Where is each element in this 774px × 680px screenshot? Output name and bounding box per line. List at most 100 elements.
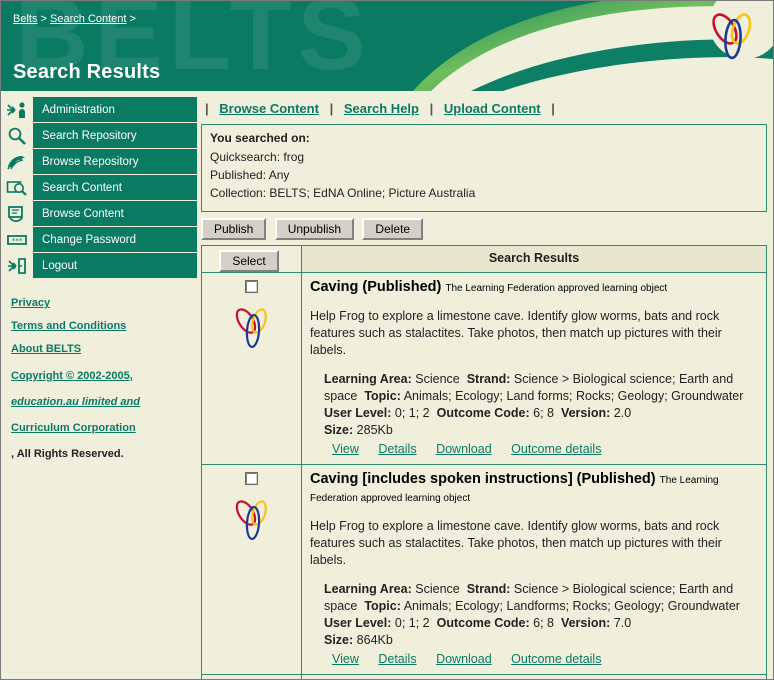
app-window: BELTS Belts > Search Content > Search Re… [1, 1, 773, 679]
breadcrumb-link-belts[interactable]: Belts [13, 13, 37, 25]
version-value: 7.0 [613, 616, 632, 630]
result-content-cell: Caving (Published) The Learning Federati… [301, 272, 767, 465]
view-link[interactable]: View [332, 442, 359, 456]
copyright-line-3[interactable]: Curriculum Corporation [11, 421, 197, 436]
topic-value: Animals; Ecology; Landforms; Rocks; Geol… [403, 599, 740, 613]
result-title: Caving [includes spoken instructions] (P… [310, 471, 656, 487]
result-title: Caving (Published) [310, 279, 442, 295]
user-level-value: 0; 1; 2 [394, 616, 430, 630]
table-row: Caving (Published) The Learning Federati… [201, 272, 767, 465]
outcome-details-link[interactable]: Outcome details [511, 442, 601, 456]
result-description: Help Frog to explore a limestone cave. I… [310, 309, 722, 357]
publish-button[interactable]: Publish [201, 218, 267, 240]
sidebar-item-label: Browse Content [42, 207, 124, 220]
magnifier-page-icon [1, 175, 33, 200]
download-link[interactable]: Download [436, 652, 492, 666]
sidebar-item-change-password[interactable]: *** Change Password [1, 227, 197, 252]
delete-button[interactable]: Delete [362, 218, 424, 240]
result-description: Help Frog to explore a limestone cave. I… [310, 519, 722, 567]
breadcrumb-sep-2: > [129, 13, 136, 25]
tab-browse-content[interactable]: Browse Content [212, 101, 326, 116]
user-level-value: 0; 1; 2 [394, 406, 430, 420]
outcome-code-value: 6; 8 [533, 406, 554, 420]
breadcrumb-link-search-content[interactable]: Search Content [50, 13, 126, 25]
user-level-label: User Level: [324, 616, 392, 630]
search-criteria-box: You searched on: Quicksearch: frog Publi… [201, 124, 767, 212]
details-link[interactable]: Details [378, 442, 416, 456]
belts-logo [712, 13, 752, 60]
admin-person-icon [1, 97, 33, 122]
criteria-heading: You searched on: [210, 131, 310, 145]
strand-label: Strand: [466, 582, 511, 596]
version-value: 2.0 [613, 406, 632, 420]
download-link[interactable]: Download [436, 442, 492, 456]
criteria-published: Published: Any [210, 168, 290, 182]
copyright-line-2[interactable]: education.au limited and [11, 395, 197, 410]
sidebar-item-administration[interactable]: Administration [1, 97, 197, 122]
sidebar-item-label: Browse Repository [42, 155, 139, 168]
link-privacy[interactable]: Privacy [11, 297, 197, 309]
body-container: Administration Search Repository Browse … [1, 91, 773, 679]
link-about-belts[interactable]: About BELTS [11, 343, 197, 355]
tab-upload-content[interactable]: Upload Content [437, 101, 548, 116]
select-button-cell: Select [201, 245, 302, 273]
row-checkbox[interactable] [245, 280, 258, 293]
top-navigation: | Browse Content | Search Help | Upload … [201, 99, 767, 124]
link-terms-and-conditions[interactable]: Terms and Conditions [11, 320, 197, 332]
details-link[interactable]: Details [378, 652, 416, 666]
sidebar-item-search-content[interactable]: Search Content [1, 175, 197, 200]
result-metadata: Learning Area: Science Strand: Science >… [324, 581, 758, 649]
result-subtitle: The Learning Federation approved learnin… [445, 283, 668, 294]
topnav-sep-1: | [329, 101, 334, 116]
topic-value: Animals; Ecology; Land forms; Rocks; Geo… [403, 389, 744, 403]
result-thumbnail [202, 497, 301, 548]
unpublish-button[interactable]: Unpublish [274, 218, 355, 240]
password-icon: *** [1, 227, 33, 252]
row-select-cell [201, 464, 302, 675]
sidebar-item-search-repository[interactable]: Search Repository [1, 123, 197, 148]
svg-text:***: *** [12, 237, 23, 245]
sidebar-item-logout[interactable]: Logout [1, 253, 197, 278]
tab-search-help[interactable]: Search Help [337, 101, 426, 116]
outcome-details-link[interactable]: Outcome details [511, 652, 601, 666]
learning-area-label: Learning Area: [324, 372, 412, 386]
size-value: 864Kb [356, 633, 393, 647]
result-content-cell: Caving [includes spoken instructions] (P… [301, 464, 767, 675]
action-button-row: Publish Unpublish Delete [201, 218, 767, 240]
select-button[interactable]: Select [219, 250, 279, 272]
result-action-links: View Details Download Outcome details [332, 652, 758, 666]
stack-icon [1, 149, 33, 174]
copyright-line-1[interactable]: Copyright © 2002-2005, [11, 369, 197, 384]
sidebar-item-label: Logout [42, 259, 78, 272]
result-content-cell-partial [301, 674, 767, 679]
sidebar-item-browse-repository[interactable]: Browse Repository [1, 149, 197, 174]
learning-area-value: Science [415, 372, 460, 386]
outcome-code-value: 6; 8 [533, 616, 554, 630]
sidebar-item-browse-content[interactable]: Browse Content [1, 201, 197, 226]
result-action-links: View Details Download Outcome details [332, 442, 758, 456]
criteria-quicksearch: Quicksearch: frog [210, 150, 305, 164]
sidebar-item-label: Change Password [42, 233, 136, 246]
row-checkbox[interactable] [245, 472, 258, 485]
sidebar: Administration Search Repository Browse … [1, 91, 197, 679]
main-content: | Browse Content | Search Help | Upload … [197, 91, 773, 679]
results-header-label: Search Results [301, 245, 767, 273]
size-label: Size: [324, 633, 354, 647]
sidebar-item-label: Search Content [42, 181, 122, 194]
outcome-code-label: Outcome Code: [436, 616, 530, 630]
strand-label: Strand: [466, 372, 511, 386]
view-link[interactable]: View [332, 652, 359, 666]
breadcrumb-sep-1: > [40, 13, 47, 25]
result-thumbnail [202, 305, 301, 356]
result-title-line: Caving [includes spoken instructions] (P… [310, 471, 758, 507]
row-select-cell-partial [201, 674, 302, 679]
topnav-sep-0: | [205, 101, 209, 116]
learning-area-label: Learning Area: [324, 582, 412, 596]
learning-area-value: Science [415, 582, 460, 596]
user-level-label: User Level: [324, 406, 392, 420]
sidebar-item-label: Administration [42, 103, 115, 116]
topnav-sep-2: | [429, 101, 434, 116]
topic-label: Topic: [364, 599, 401, 613]
page-header: BELTS Belts > Search Content > Search Re… [1, 1, 773, 91]
topnav-sep-3: | [551, 101, 555, 116]
